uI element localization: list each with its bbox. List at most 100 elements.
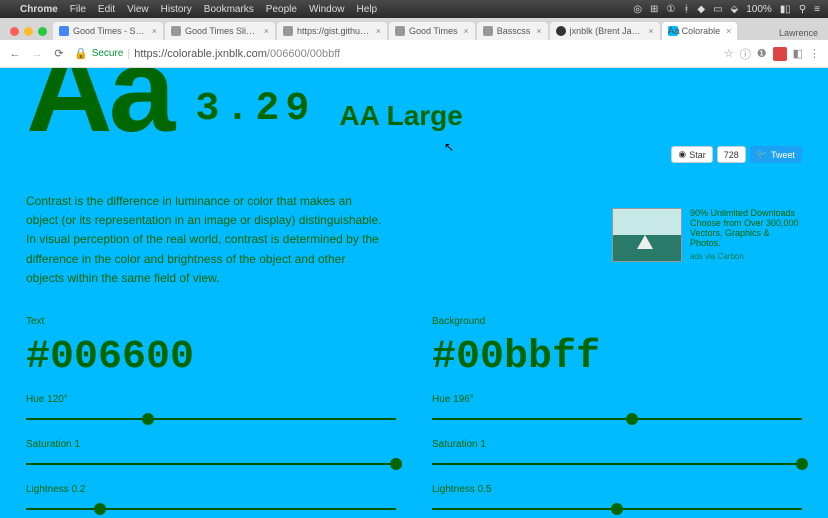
text-color-column: Text #006600 Hue 120° Saturation 1 Light… (26, 316, 396, 518)
menu-file[interactable]: File (70, 4, 86, 15)
address-bar[interactable]: 🔒 Secure | https://colorable.jxnblk.com/… (74, 47, 716, 60)
bg-sat-label: Saturation 1 (432, 439, 802, 450)
github-star-button[interactable]: ◉Star (671, 146, 712, 163)
menu-view[interactable]: View (127, 4, 149, 15)
dropbox-icon[interactable]: ◆ (697, 4, 705, 15)
text-lig-slider[interactable] (26, 503, 396, 515)
display-icon[interactable]: ▭ (713, 4, 722, 15)
close-window-icon[interactable] (10, 27, 19, 36)
slider-thumb[interactable] (796, 458, 808, 470)
battery-icon: ▮▯ (780, 4, 791, 15)
slider-thumb[interactable] (390, 458, 402, 470)
bg-label: Background (432, 316, 802, 327)
status-icon: ◎ (633, 4, 642, 15)
menu-edit[interactable]: Edit (98, 4, 115, 15)
onepassword-icon[interactable]: ❶ (757, 47, 767, 60)
twitter-icon: 🐦 (757, 149, 768, 160)
back-button[interactable]: ← (8, 48, 22, 60)
close-tab-icon[interactable]: × (464, 26, 469, 36)
description-text: Contrast is the difference in luminance … (26, 192, 386, 288)
text-hue-label: Hue 120° (26, 394, 396, 405)
close-tab-icon[interactable]: × (152, 26, 157, 36)
notification-icon[interactable]: ≡ (814, 4, 820, 15)
text-sat-slider[interactable] (26, 458, 396, 470)
tab-good-times[interactable]: Good Times× (389, 22, 475, 40)
page-content: Aa 3.29 AA Large ↖ ◉Star 728 🐦Tweet Cont… (0, 68, 828, 518)
tab-gist[interactable]: https://gist.githubuse× (277, 22, 387, 40)
tab-good-times-super[interactable]: Good Times - Super× (53, 22, 163, 40)
tweet-button[interactable]: 🐦Tweet (750, 146, 802, 163)
star-icon[interactable]: ☆ (724, 47, 734, 60)
favicon-icon (59, 26, 69, 36)
sample-text: Aa (26, 68, 171, 132)
tab-colorable[interactable]: AaColorable× (662, 22, 738, 40)
bg-hue-label: Hue 196° (432, 394, 802, 405)
reading-list-icon[interactable]: ◧ (793, 47, 803, 60)
info-icon[interactable]: ⓘ (740, 46, 751, 62)
secure-label: Secure (92, 48, 124, 59)
ad-text: 90% Unlimited Downloads Choose from Over… (690, 208, 802, 248)
battery-text: 100% (746, 4, 772, 15)
social-buttons: ◉Star 728 🐦Tweet (671, 146, 802, 163)
menu-icon[interactable]: ⋮ (809, 47, 820, 60)
wifi-icon[interactable]: ⬙ (731, 4, 739, 15)
app-name[interactable]: Chrome (20, 4, 58, 15)
bluetooth-icon[interactable]: ᚼ (683, 4, 689, 15)
github-star-count[interactable]: 728 (717, 146, 746, 163)
extension-icon[interactable] (773, 47, 787, 61)
bg-hex-input[interactable]: #00bbff (432, 335, 802, 380)
maximize-window-icon[interactable] (38, 27, 47, 36)
tab-jxnblk[interactable]: jxnblk (Brent Jackso× (550, 22, 660, 40)
bg-hue-slider[interactable] (432, 413, 802, 425)
slider-thumb[interactable] (142, 413, 154, 425)
url-path: /006600/00bbff (267, 48, 340, 60)
menu-history[interactable]: History (161, 4, 192, 15)
window-controls (4, 27, 53, 40)
background-color-column: Background #00bbff Hue 196° Saturation 1… (432, 316, 802, 518)
favicon-icon (283, 26, 293, 36)
spotlight-icon[interactable]: ⚲ (799, 4, 806, 15)
ad-image (612, 208, 682, 262)
macos-menubar: Chrome File Edit View History Bookmarks … (0, 0, 828, 18)
reload-button[interactable]: ⟳ (52, 47, 66, 60)
forward-button[interactable]: → (30, 48, 44, 60)
status-icon: ① (666, 4, 675, 15)
url-host: https://colorable.jxnblk.com (134, 48, 267, 60)
carbon-ad[interactable]: 90% Unlimited Downloads Choose from Over… (612, 208, 802, 262)
close-tab-icon[interactable]: × (726, 26, 731, 36)
menu-bookmarks[interactable]: Bookmarks (204, 4, 254, 15)
lock-icon: 🔒 (74, 47, 88, 60)
tab-basscss[interactable]: Basscss× (477, 22, 548, 40)
bg-lig-slider[interactable] (432, 503, 802, 515)
close-tab-icon[interactable]: × (264, 26, 269, 36)
text-label: Text (26, 316, 396, 327)
status-icon: ⊞ (650, 4, 658, 15)
text-hue-slider[interactable] (26, 413, 396, 425)
color-controls: Text #006600 Hue 120° Saturation 1 Light… (26, 316, 802, 518)
tab-good-times-slides[interactable]: Good Times Slides× (165, 22, 275, 40)
contrast-ratio: 3.29 (195, 87, 315, 132)
slider-thumb[interactable] (94, 503, 106, 515)
close-tab-icon[interactable]: × (648, 26, 653, 36)
text-hex-input[interactable]: #006600 (26, 335, 396, 380)
github-icon: ◉ (678, 149, 686, 160)
slider-thumb[interactable] (626, 413, 638, 425)
close-tab-icon[interactable]: × (376, 26, 381, 36)
wcag-level: AA Large (339, 100, 462, 132)
chrome-profile[interactable]: Lawrence (773, 26, 824, 40)
menu-help[interactable]: Help (357, 4, 378, 15)
bg-lig-label: Lightness 0.5 (432, 484, 802, 495)
chrome-tabstrip: Good Times - Super× Good Times Slides× h… (0, 18, 828, 40)
close-tab-icon[interactable]: × (536, 26, 541, 36)
favicon-icon (556, 26, 566, 36)
bg-sat-slider[interactable] (432, 458, 802, 470)
favicon-icon (395, 26, 405, 36)
chrome-toolbar: ← → ⟳ 🔒 Secure | https://colorable.jxnbl… (0, 40, 828, 68)
favicon-icon (171, 26, 181, 36)
menu-window[interactable]: Window (309, 4, 345, 15)
slider-thumb[interactable] (611, 503, 623, 515)
favicon-icon: Aa (668, 26, 678, 36)
menu-people[interactable]: People (266, 4, 297, 15)
minimize-window-icon[interactable] (24, 27, 33, 36)
ad-attribution: ads via Carbon (690, 252, 802, 261)
